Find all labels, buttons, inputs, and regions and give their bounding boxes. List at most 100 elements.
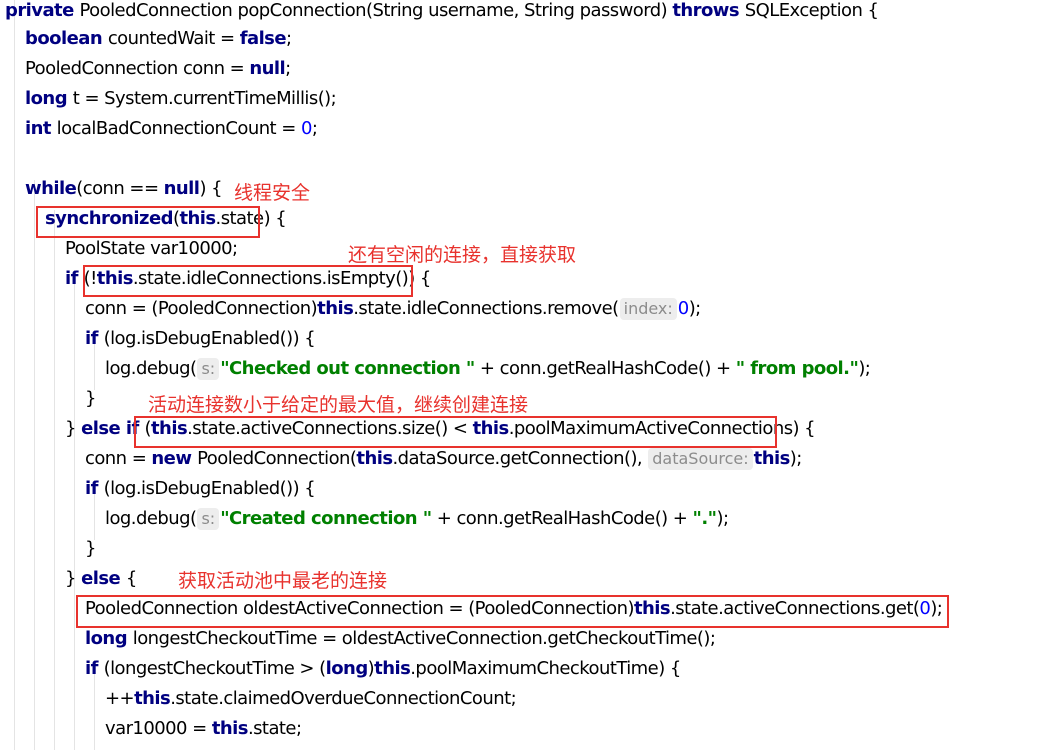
code-token: ; (311, 118, 318, 139)
annotation-active-below-max: 活动连接数小于给定的最大值，继续创建连接 (148, 394, 529, 416)
code-token: if (85, 478, 104, 499)
code-line: if (longestCheckoutTime > (long)this.poo… (85, 654, 681, 684)
code-token: null (163, 178, 200, 199)
code-token: .state; (247, 718, 302, 739)
highlight-synchronized (36, 206, 260, 238)
code-token: log.debug( (105, 358, 197, 379)
code-token: ); (716, 508, 729, 529)
code-token: .poolMaximumCheckoutTime) { (410, 658, 681, 679)
code-token: int (25, 118, 57, 139)
code-token: + conn.getRealHashCode() + (431, 508, 693, 529)
code-token: new (151, 448, 198, 469)
code-token: long (25, 88, 73, 109)
code-line: private PooledConnection popConnection(S… (5, 0, 879, 26)
annotation-thread-safe: 线程安全 (234, 182, 311, 204)
code-line: long longestCheckoutTime = oldestActiveC… (85, 624, 716, 654)
code-token: .state.idleConnections.remove( (353, 298, 619, 319)
code-token: false (239, 28, 287, 49)
code-token: .dataSource.getConnection(), (392, 448, 648, 469)
code-token: log.debug( (105, 508, 197, 529)
code-token: "." (692, 508, 718, 529)
code-token: (conn == (76, 178, 164, 199)
code-token: countedWait = (107, 28, 240, 49)
code-line: boolean countedWait = false; (25, 24, 292, 54)
code-token: ); (688, 298, 702, 319)
code-token: localBadConnectionCount = (56, 118, 301, 139)
indent-guide (54, 210, 55, 750)
parameter-hint: s: (197, 358, 220, 380)
code-token: " from pool." (735, 358, 859, 379)
code-token: SQLException { (744, 0, 879, 21)
code-token: t = System.currentTimeMillis(); (72, 88, 337, 109)
code-token: (longestCheckoutTime > ( (103, 658, 327, 679)
code-token: { (125, 568, 137, 589)
code-token: ) { (199, 178, 222, 199)
annotation-idle-available: 还有空闲的连接，直接获取 (348, 244, 577, 266)
code-token: ); (789, 448, 803, 469)
code-token: (log.isDebugEnabled()) { (103, 478, 316, 499)
code-token: ++ (105, 688, 135, 709)
code-token: (log.isDebugEnabled()) { (103, 328, 316, 349)
code-token: ; (286, 28, 292, 49)
parameter-hint: s: (197, 508, 220, 530)
code-line: long t = System.currentTimeMillis(); (25, 84, 337, 114)
code-line: int localBadConnectionCount = 0; (25, 114, 318, 144)
code-line: PoolState var10000; (65, 234, 238, 264)
code-token: 0 (300, 118, 312, 139)
code-token: this (374, 658, 411, 679)
indent-guide (74, 270, 75, 750)
code-line: log.debug(s: "Checked out connection " + … (105, 354, 871, 384)
code-token: long (85, 628, 133, 649)
code-token: .state.claimedOverdueConnectionCount; (170, 688, 517, 709)
code-token: this (356, 448, 393, 469)
code-token: this (753, 448, 791, 469)
code-line: while(conn == null) { (25, 174, 223, 204)
code-token: if (85, 328, 104, 349)
code-token: var10000 = (105, 718, 212, 739)
code-token: } (65, 418, 82, 439)
code-token: "Checked out connection " (220, 358, 475, 379)
code-token: ; (285, 58, 291, 79)
code-token: private (5, 0, 80, 21)
parameter-hint: index: (619, 298, 677, 320)
code-line: if (log.isDebugEnabled()) { (85, 474, 316, 504)
highlight-oldest-connection (76, 595, 949, 628)
code-token: if (85, 658, 104, 679)
highlight-idle-check (83, 265, 413, 297)
code-token: conn = (85, 448, 152, 469)
code-line: log.debug(s: "Created connection " + conn… (105, 504, 729, 534)
code-token: PooledConnection popConnection(String us… (79, 0, 673, 21)
code-token: boolean (25, 28, 108, 49)
code-line: conn = (PooledConnection)this.state.idle… (85, 294, 701, 324)
indent-guide (34, 180, 35, 750)
code-line: } (85, 384, 96, 414)
code-line: PooledConnection conn = null; (25, 54, 291, 84)
code-token: long (325, 658, 369, 679)
code-token: if (65, 268, 84, 289)
code-token: } (85, 388, 96, 409)
code-token: else (81, 568, 126, 589)
code-line: } else { (65, 564, 137, 594)
code-token: "Created connection " (220, 508, 432, 529)
parameter-hint: dataSource: (648, 448, 753, 470)
code-token: longestCheckoutTime = oldestActiveConnec… (132, 628, 716, 649)
highlight-active-size-check (134, 416, 777, 448)
code-token: } (65, 568, 82, 589)
indent-guide (14, 0, 15, 750)
code-token: PooledConnection( (197, 448, 357, 469)
annotation-oldest-active: 获取活动池中最老的连接 (178, 570, 388, 592)
code-token: this (317, 298, 354, 319)
code-token: this (211, 718, 249, 739)
code-token: 0 (677, 298, 689, 319)
code-token: PooledConnection conn = (25, 58, 250, 79)
code-token: PoolState var10000; (65, 238, 238, 259)
code-token: } (85, 538, 96, 559)
code-token: + conn.getRealHashCode() + (474, 358, 736, 379)
code-line: conn = new PooledConnection(this.dataSou… (85, 444, 802, 474)
code-line: } (85, 534, 96, 564)
code-line: if (log.isDebugEnabled()) { (85, 324, 316, 354)
code-token: null (249, 58, 286, 79)
code-line: ++this.state.claimedOverdueConnectionCou… (105, 684, 517, 714)
code-token: throws (672, 0, 745, 21)
code-token: conn = (PooledConnection) (85, 298, 318, 319)
